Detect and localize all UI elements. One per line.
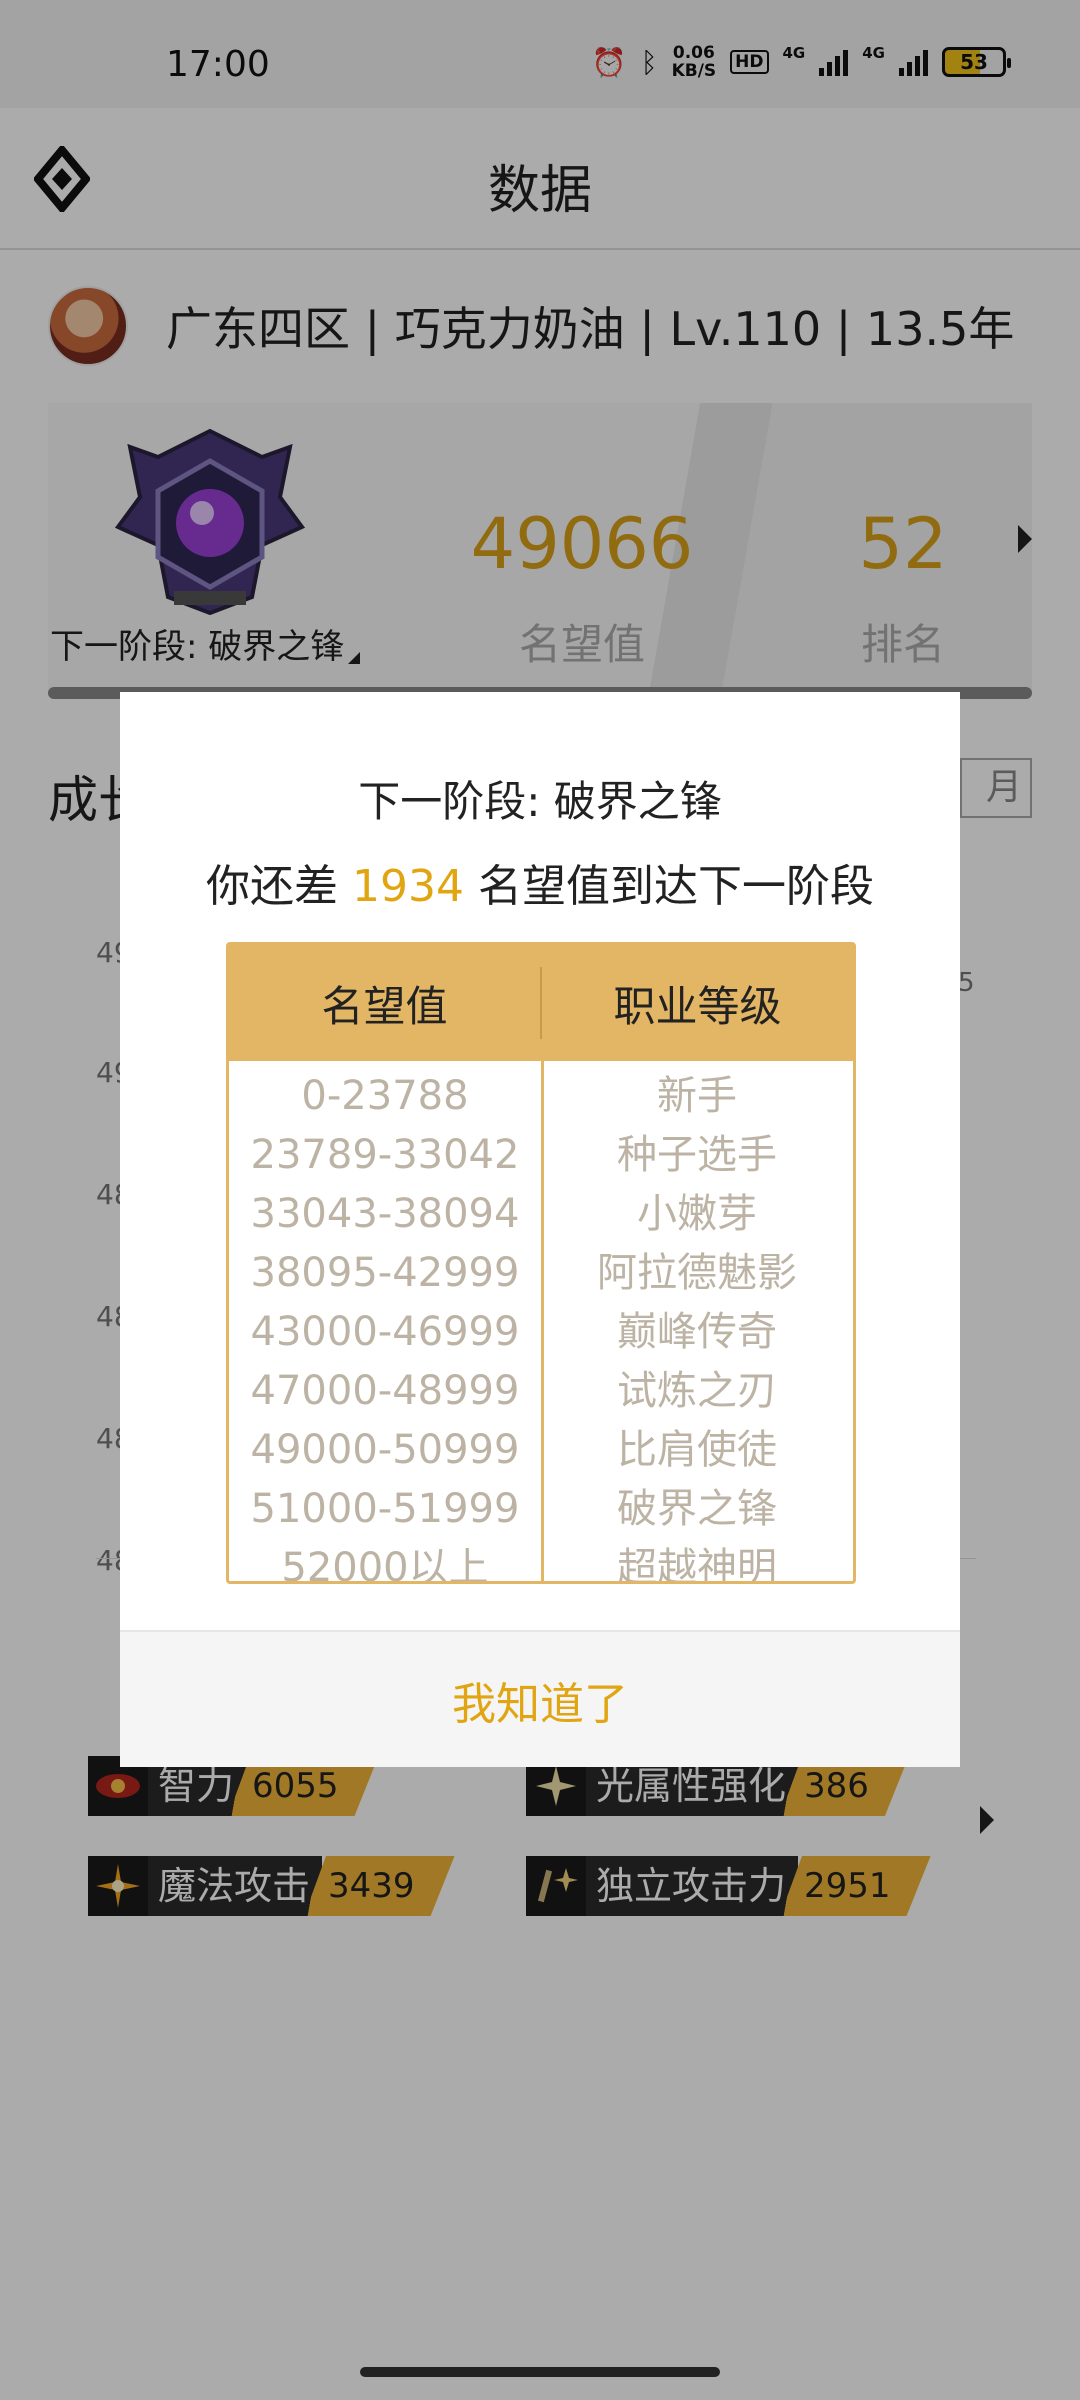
reputation-range-cell: 49000-50999 (250, 1427, 520, 1473)
level-name-cell: 新手 (657, 1073, 737, 1119)
dialog-title: 下一阶段: 破界之锋 (358, 777, 722, 826)
header-reputation: 名望值 (321, 981, 448, 1031)
home-indicator[interactable] (360, 2367, 720, 2377)
message-prefix: 你还差 (206, 861, 352, 912)
reputation-range-cell: 52000以上 (281, 1545, 489, 1584)
reputation-range-cell: 43000-46999 (250, 1309, 520, 1355)
stage-info-dialog: 下一阶段: 破界之锋 你还差 1934 名望值到达下一阶段 名望值 职业等级 0… (120, 692, 960, 1767)
tier-table-body: 0-23788 23789-33042 33043-38094 38095-42… (229, 1061, 853, 1584)
header-level: 职业等级 (613, 981, 782, 1031)
level-name-cell: 破界之锋 (617, 1486, 777, 1532)
reputation-range-cell: 47000-48999 (250, 1368, 520, 1414)
level-name-cell: 巅峰传奇 (617, 1309, 777, 1355)
dialog-footer: 我知道了 (120, 1630, 960, 1767)
got-it-button[interactable]: 我知道了 (120, 1632, 960, 1767)
level-name-cell: 阿拉德魅影 (597, 1250, 797, 1296)
level-name-cell: 试炼之刃 (617, 1368, 777, 1414)
level-name-cell: 比肩使徒 (617, 1427, 777, 1473)
level-name-cell: 超越神明 (617, 1545, 777, 1584)
reputation-range-cell: 33043-38094 (250, 1191, 520, 1237)
message-suffix: 名望值到达下一阶段 (463, 861, 874, 912)
reputation-range-cell: 0-23788 (301, 1073, 469, 1119)
level-name-cell: 小嫩芽 (637, 1191, 757, 1237)
dialog-message: 你还差 1934 名望值到达下一阶段 (120, 850, 960, 914)
remaining-reputation: 1934 (352, 861, 464, 912)
level-name-cell: 种子选手 (617, 1132, 777, 1178)
tier-table: 名望值 职业等级 0-23788 23789-33042 33043-38094… (226, 942, 856, 1584)
reputation-range-cell: 38095-42999 (250, 1250, 520, 1296)
reputation-range-cell: 51000-51999 (250, 1486, 520, 1532)
reputation-range-cell: 23789-33042 (250, 1132, 520, 1178)
level-column: 新手 种子选手 小嫩芽 阿拉德魅影 巅峰传奇 试炼之刃 比肩使徒 破界之锋 超越… (541, 1061, 853, 1584)
reputation-column: 0-23788 23789-33042 33043-38094 38095-42… (229, 1061, 541, 1584)
tier-table-header: 名望值 职业等级 (229, 945, 853, 1061)
